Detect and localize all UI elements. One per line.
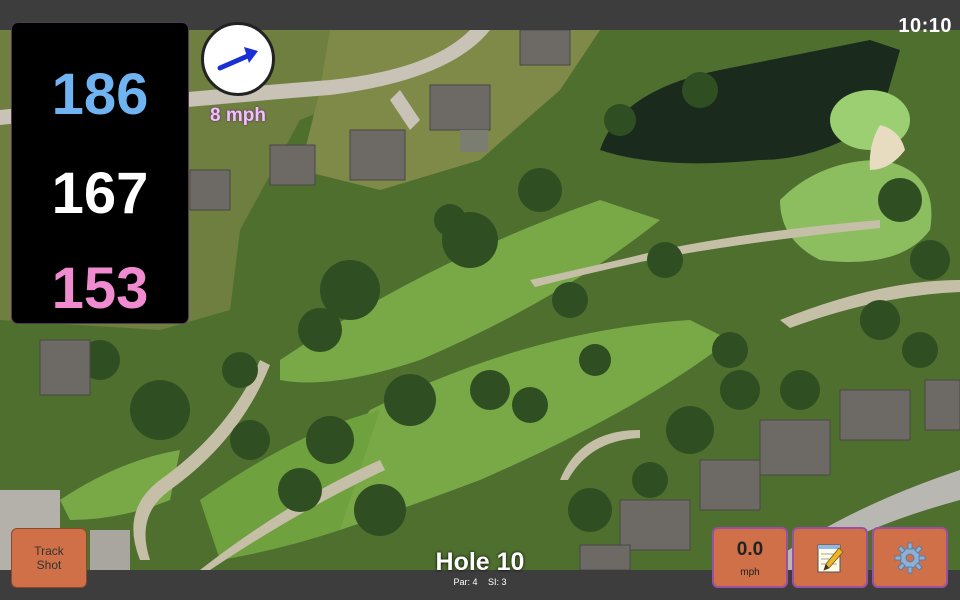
settings-button[interactable] bbox=[872, 527, 948, 588]
track-shot-button[interactable]: Track Shot bbox=[11, 528, 87, 588]
distance-panel: 186 167 153 bbox=[11, 22, 189, 324]
status-time: 10:10 bbox=[898, 15, 952, 37]
hole-stroke-index: SI: 3 bbox=[488, 577, 507, 587]
hole-title: Hole 10 bbox=[435, 548, 525, 576]
hole-info: Par: 4 SI: 3 bbox=[380, 577, 580, 587]
hole-par: Par: 4 bbox=[453, 577, 478, 587]
speed-value: 0.0 bbox=[736, 539, 764, 560]
wind-speed-label: 8 mph bbox=[210, 105, 266, 126]
wind-indicator bbox=[201, 22, 275, 96]
golf-gps-screen: 10:10 186 167 153 8 mph Track Shot Hole … bbox=[0, 0, 960, 600]
gear-icon bbox=[894, 542, 926, 573]
speed-button[interactable]: 0.0 mph bbox=[712, 527, 788, 588]
wind-arrow-icon bbox=[217, 47, 258, 71]
notepad-pencil-icon bbox=[817, 544, 844, 572]
middle-distance: 167 bbox=[51, 161, 149, 226]
track-shot-label-line1: Track bbox=[34, 544, 64, 558]
front-distance: 153 bbox=[51, 256, 149, 321]
speed-unit: mph bbox=[740, 567, 760, 578]
track-shot-label-line2: Shot bbox=[36, 558, 62, 572]
notes-button[interactable] bbox=[792, 527, 868, 588]
back-distance: 186 bbox=[51, 62, 149, 127]
